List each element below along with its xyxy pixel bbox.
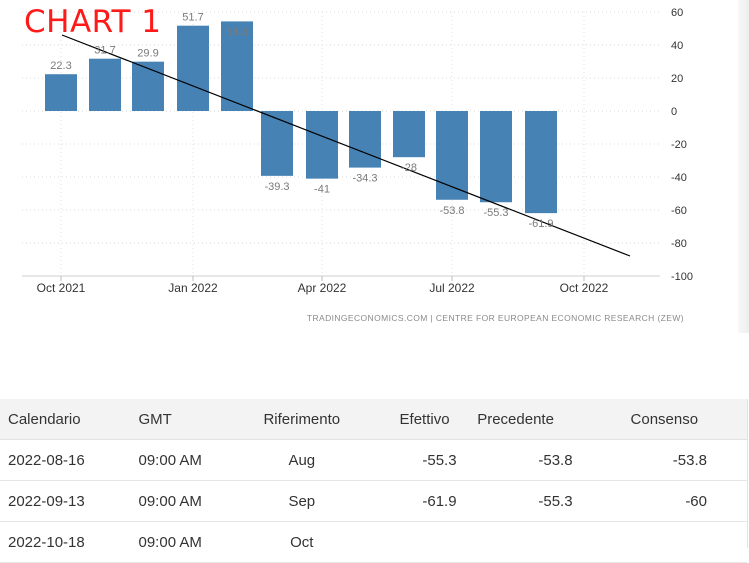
cell-gmt: 09:00 AM: [134, 439, 249, 481]
bar-5: [261, 111, 293, 176]
table-row: 2022-10-18 09:00 AM Oct: [0, 521, 747, 563]
header-efettivo: Efettivo: [355, 399, 458, 440]
data-label-11: -61.9: [528, 218, 553, 230]
y-tick-label: -100: [671, 271, 693, 283]
y-tick-label: -60: [671, 205, 687, 217]
x-tick-label: Apr 2022: [298, 281, 347, 295]
data-label-0: 22.3: [50, 60, 71, 72]
cell-reference: Oct: [248, 521, 356, 563]
data-label-10: -55.3: [483, 207, 508, 219]
cell-consensus: [580, 521, 747, 563]
cell-previous: [457, 521, 581, 563]
table-row: 2022-08-16 09:00 AM Aug -55.3 -53.8 -53.…: [0, 439, 747, 481]
y-tick-label: 0: [671, 106, 677, 118]
table-right-border: [747, 399, 748, 548]
x-tick-label: Oct 2021: [37, 281, 86, 295]
cell-previous: -55.3: [457, 480, 581, 522]
bar-chart: 22.3 31.7 29.9 51.7 54.3 -39.3 -41 -34.3 -28 -53.…: [22, 7, 693, 323]
header-calendario: Calendario: [0, 399, 135, 440]
y-tick-label: -40: [671, 172, 687, 184]
data-label-8: -28: [401, 162, 417, 174]
x-tick-label: Jul 2022: [429, 281, 475, 295]
cell-actual: [355, 521, 458, 563]
table-row: 2022-09-13 09:00 AM Sep -61.9 -55.3 -60: [0, 480, 747, 522]
data-label-7: -34.3: [352, 173, 377, 185]
bar-1: [89, 58, 121, 111]
y-tick-label: -80: [671, 238, 687, 250]
chart-area: 22.3 31.7 29.9 51.7 54.3 -39.3 -41 -34.3 -28 -53.…: [0, 0, 749, 333]
right-edge-shade: [738, 0, 749, 333]
data-label-6: -41: [314, 184, 330, 196]
cell-consensus: -60: [580, 480, 747, 522]
cell-reference: Sep: [248, 480, 356, 522]
data-label-5: -39.3: [264, 181, 289, 193]
bar-3: [177, 25, 209, 111]
data-label-4: 54.3: [226, 26, 247, 38]
x-tick-label: Jan 2022: [168, 281, 218, 295]
data-label-3: 51.7: [182, 12, 203, 24]
cell-date: 2022-09-13: [0, 480, 135, 522]
cell-previous: -53.8: [457, 439, 581, 481]
data-label-2: 29.9: [137, 48, 158, 60]
bar-10: [480, 111, 512, 203]
cell-consensus: -53.8: [580, 439, 747, 481]
y-tick-label: 60: [671, 7, 683, 19]
bar-11: [525, 111, 557, 214]
bar-7: [349, 111, 381, 168]
header-consenso: Consenso: [580, 399, 747, 440]
y-tick-label: -20: [671, 139, 687, 151]
cell-actual: -61.9: [355, 480, 458, 522]
y-tick-label: 20: [671, 73, 683, 85]
cell-gmt: 09:00 AM: [134, 480, 249, 522]
header-gmt: GMT: [134, 399, 249, 440]
data-label-9: -53.8: [439, 205, 464, 217]
cell-date: 2022-08-16: [0, 439, 135, 481]
bar-8: [393, 111, 425, 158]
chart-annotation-title: CHART 1: [24, 4, 162, 40]
table-header-row: Calendario GMT Riferimento Efettivo Prec…: [0, 399, 747, 440]
calendar-table: Calendario GMT Riferimento Efettivo Prec…: [0, 399, 747, 563]
cell-date: 2022-10-18: [0, 521, 135, 563]
chart-source: TRADINGECONOMICS.COM | CENTRE FOR EUROPE…: [307, 313, 684, 323]
data-label-1: 31.7: [94, 45, 115, 57]
cell-actual: -55.3: [355, 439, 458, 481]
header-precedente: Precedente: [457, 399, 581, 440]
cell-gmt: 09:00 AM: [134, 521, 249, 563]
bar-6: [306, 111, 338, 179]
header-riferimento: Riferimento: [248, 399, 356, 440]
y-tick-label: 40: [671, 40, 683, 52]
calendar-table-container: Calendario GMT Riferimento Efettivo Prec…: [0, 399, 747, 563]
x-tick-label: Oct 2022: [560, 281, 609, 295]
bar-0: [45, 74, 77, 111]
cell-reference: Aug: [248, 439, 356, 481]
